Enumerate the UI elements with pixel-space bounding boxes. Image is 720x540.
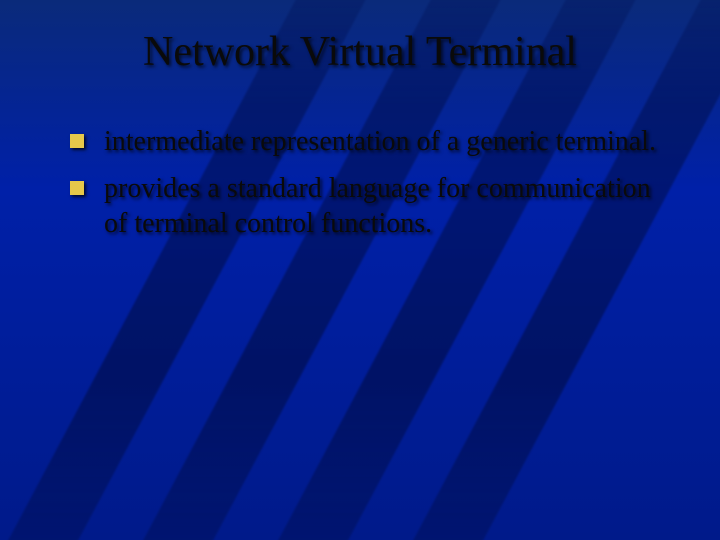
bullet-list: intermediate representation of a generic… <box>40 124 680 241</box>
bullet-item: provides a standard language for communi… <box>70 171 660 241</box>
slide: Network Virtual Terminal intermediate re… <box>0 0 720 540</box>
bullet-item: intermediate representation of a generic… <box>70 124 660 159</box>
slide-title: Network Virtual Terminal <box>40 28 680 76</box>
